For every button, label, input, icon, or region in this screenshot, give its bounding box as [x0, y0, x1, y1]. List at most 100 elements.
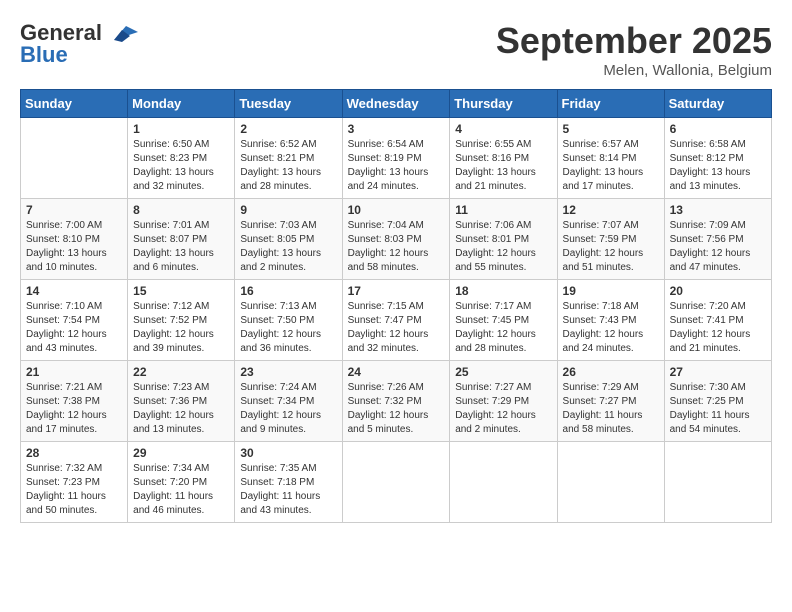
day-info: Sunrise: 7:09 AM Sunset: 7:56 PM Dayligh…: [670, 219, 766, 275]
calendar-cell: [450, 442, 557, 523]
calendar-cell: 14 Sunrise: 7:10 AM Sunset: 7:54 PM Dayli…: [21, 280, 128, 361]
day-info: Sunrise: 7:24 AM Sunset: 7:34 PM Dayligh…: [240, 381, 336, 437]
day-number: 26: [563, 365, 659, 379]
calendar-cell: 25 Sunrise: 7:27 AM Sunset: 7:29 PM Dayli…: [450, 361, 557, 442]
logo-bird-icon: [106, 22, 138, 44]
day-number: 18: [455, 284, 551, 298]
day-info: Sunrise: 7:10 AM Sunset: 7:54 PM Dayligh…: [26, 300, 122, 356]
calendar-cell: 1 Sunrise: 6:50 AM Sunset: 8:23 PM Daylig…: [128, 118, 235, 199]
day-number: 12: [563, 203, 659, 217]
day-info: Sunrise: 7:15 AM Sunset: 7:47 PM Dayligh…: [348, 300, 445, 356]
day-info: Sunrise: 6:50 AM Sunset: 8:23 PM Dayligh…: [133, 138, 229, 194]
calendar-cell: [342, 442, 450, 523]
day-number: 2: [240, 122, 336, 136]
calendar-cell: 23 Sunrise: 7:24 AM Sunset: 7:34 PM Dayli…: [235, 361, 342, 442]
day-header-friday: Friday: [557, 90, 664, 118]
day-info: Sunrise: 7:20 AM Sunset: 7:41 PM Dayligh…: [670, 300, 766, 356]
page-header: General Blue September 2025 Melen, Wallo…: [20, 20, 772, 79]
day-number: 13: [670, 203, 766, 217]
calendar-week-3: 14 Sunrise: 7:10 AM Sunset: 7:54 PM Dayli…: [21, 280, 772, 361]
calendar-cell: 16 Sunrise: 7:13 AM Sunset: 7:50 PM Dayli…: [235, 280, 342, 361]
calendar-week-2: 7 Sunrise: 7:00 AM Sunset: 8:10 PM Daylig…: [21, 199, 772, 280]
calendar-cell: 20Sunrise: 7:20 AM Sunset: 7:41 PM Dayli…: [664, 280, 771, 361]
day-number: 8: [133, 203, 229, 217]
day-number: 21: [26, 365, 122, 379]
day-info: Sunrise: 7:03 AM Sunset: 8:05 PM Dayligh…: [240, 219, 336, 275]
title-area: September 2025 Melen, Wallonia, Belgium: [496, 20, 772, 79]
day-header-sunday: Sunday: [21, 90, 128, 118]
calendar-cell: 6Sunrise: 6:58 AM Sunset: 8:12 PM Daylig…: [664, 118, 771, 199]
calendar-table: SundayMondayTuesdayWednesdayThursdayFrid…: [20, 89, 772, 523]
day-number: 25: [455, 365, 551, 379]
calendar-week-4: 21Sunrise: 7:21 AM Sunset: 7:38 PM Dayli…: [21, 361, 772, 442]
day-info: Sunrise: 6:58 AM Sunset: 8:12 PM Dayligh…: [670, 138, 766, 194]
calendar-cell: 9Sunrise: 7:03 AM Sunset: 8:05 PM Daylig…: [235, 199, 342, 280]
day-number: 24: [348, 365, 445, 379]
logo-text-blue: Blue: [20, 42, 68, 68]
day-info: Sunrise: 7:17 AM Sunset: 7:45 PM Dayligh…: [455, 300, 551, 356]
calendar-cell: 21Sunrise: 7:21 AM Sunset: 7:38 PM Dayli…: [21, 361, 128, 442]
calendar-cell: 22Sunrise: 7:23 AM Sunset: 7:36 PM Dayli…: [128, 361, 235, 442]
calendar-cell: [21, 118, 128, 199]
calendar-cell: 15 Sunrise: 7:12 AM Sunset: 7:52 PM Dayli…: [128, 280, 235, 361]
calendar-header-row: SundayMondayTuesdayWednesdayThursdayFrid…: [21, 90, 772, 118]
day-number: 15: [133, 284, 229, 298]
day-number: 7: [26, 203, 122, 217]
day-number: 14: [26, 284, 122, 298]
day-info: Sunrise: 7:34 AM Sunset: 7:20 PM Dayligh…: [133, 462, 229, 518]
day-number: 23: [240, 365, 336, 379]
calendar-cell: 12 Sunrise: 7:07 AM Sunset: 7:59 PM Dayli…: [557, 199, 664, 280]
day-info: Sunrise: 7:32 AM Sunset: 7:23 PM Dayligh…: [26, 462, 122, 518]
day-info: Sunrise: 7:30 AM Sunset: 7:25 PM Dayligh…: [670, 381, 766, 437]
day-number: 1: [133, 122, 229, 136]
day-number: 4: [455, 122, 551, 136]
calendar-cell: 27 Sunrise: 7:30 AM Sunset: 7:25 PM Dayli…: [664, 361, 771, 442]
day-info: Sunrise: 7:13 AM Sunset: 7:50 PM Dayligh…: [240, 300, 336, 356]
calendar-cell: 19 Sunrise: 7:18 AM Sunset: 7:43 PM Dayli…: [557, 280, 664, 361]
day-number: 5: [563, 122, 659, 136]
calendar-cell: 29 Sunrise: 7:34 AM Sunset: 7:20 PM Dayli…: [128, 442, 235, 523]
day-info: Sunrise: 7:18 AM Sunset: 7:43 PM Dayligh…: [563, 300, 659, 356]
day-info: Sunrise: 7:04 AM Sunset: 8:03 PM Dayligh…: [348, 219, 445, 275]
day-info: Sunrise: 7:29 AM Sunset: 7:27 PM Dayligh…: [563, 381, 659, 437]
day-number: 17: [348, 284, 445, 298]
day-info: Sunrise: 6:55 AM Sunset: 8:16 PM Dayligh…: [455, 138, 551, 194]
day-info: Sunrise: 7:12 AM Sunset: 7:52 PM Dayligh…: [133, 300, 229, 356]
calendar-cell: 7 Sunrise: 7:00 AM Sunset: 8:10 PM Daylig…: [21, 199, 128, 280]
day-info: Sunrise: 7:00 AM Sunset: 8:10 PM Dayligh…: [26, 219, 122, 275]
day-info: Sunrise: 6:52 AM Sunset: 8:21 PM Dayligh…: [240, 138, 336, 194]
location-subtitle: Melen, Wallonia, Belgium: [496, 62, 772, 79]
calendar-cell: 26 Sunrise: 7:29 AM Sunset: 7:27 PM Dayli…: [557, 361, 664, 442]
day-number: 28: [26, 446, 122, 460]
calendar-cell: 2 Sunrise: 6:52 AM Sunset: 8:21 PM Daylig…: [235, 118, 342, 199]
day-info: Sunrise: 7:27 AM Sunset: 7:29 PM Dayligh…: [455, 381, 551, 437]
day-header-monday: Monday: [128, 90, 235, 118]
day-header-wednesday: Wednesday: [342, 90, 450, 118]
day-number: 29: [133, 446, 229, 460]
calendar-cell: 5Sunrise: 6:57 AM Sunset: 8:14 PM Daylig…: [557, 118, 664, 199]
calendar-cell: 28 Sunrise: 7:32 AM Sunset: 7:23 PM Dayli…: [21, 442, 128, 523]
calendar-cell: 11Sunrise: 7:06 AM Sunset: 8:01 PM Dayli…: [450, 199, 557, 280]
calendar-cell: 8 Sunrise: 7:01 AM Sunset: 8:07 PM Daylig…: [128, 199, 235, 280]
day-number: 30: [240, 446, 336, 460]
day-number: 3: [348, 122, 445, 136]
day-number: 27: [670, 365, 766, 379]
calendar-cell: 10Sunrise: 7:04 AM Sunset: 8:03 PM Dayli…: [342, 199, 450, 280]
calendar-cell: 18 Sunrise: 7:17 AM Sunset: 7:45 PM Dayli…: [450, 280, 557, 361]
day-info: Sunrise: 6:54 AM Sunset: 8:19 PM Dayligh…: [348, 138, 445, 194]
day-number: 19: [563, 284, 659, 298]
day-info: Sunrise: 7:01 AM Sunset: 8:07 PM Dayligh…: [133, 219, 229, 275]
calendar-week-1: 1 Sunrise: 6:50 AM Sunset: 8:23 PM Daylig…: [21, 118, 772, 199]
calendar-cell: 13 Sunrise: 7:09 AM Sunset: 7:56 PM Dayli…: [664, 199, 771, 280]
day-number: 16: [240, 284, 336, 298]
day-info: Sunrise: 7:35 AM Sunset: 7:18 PM Dayligh…: [240, 462, 336, 518]
day-info: Sunrise: 7:07 AM Sunset: 7:59 PM Dayligh…: [563, 219, 659, 275]
day-header-tuesday: Tuesday: [235, 90, 342, 118]
calendar-week-5: 28 Sunrise: 7:32 AM Sunset: 7:23 PM Dayli…: [21, 442, 772, 523]
day-info: Sunrise: 7:06 AM Sunset: 8:01 PM Dayligh…: [455, 219, 551, 275]
day-info: Sunrise: 7:26 AM Sunset: 7:32 PM Dayligh…: [348, 381, 445, 437]
calendar-cell: [664, 442, 771, 523]
day-info: Sunrise: 7:23 AM Sunset: 7:36 PM Dayligh…: [133, 381, 229, 437]
calendar-cell: 3 Sunrise: 6:54 AM Sunset: 8:19 PM Daylig…: [342, 118, 450, 199]
day-header-saturday: Saturday: [664, 90, 771, 118]
